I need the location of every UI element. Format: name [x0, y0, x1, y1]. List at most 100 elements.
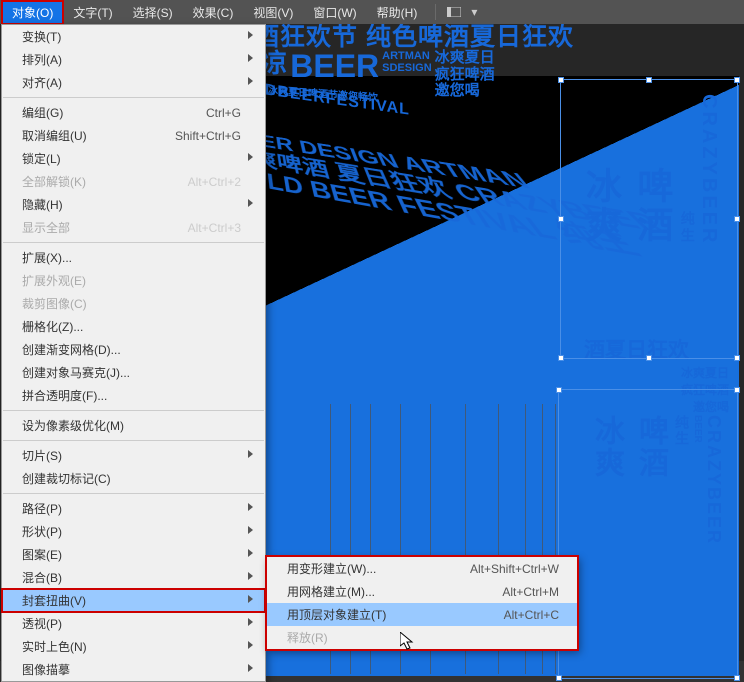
menu-effect[interactable]: 效果(C) — [183, 1, 244, 24]
menu-shortcut: Shift+Ctrl+G — [175, 129, 241, 143]
menu-item-label: 对齐(A) — [22, 74, 241, 91]
menu-item: 显示全部Alt+Ctrl+3 — [2, 216, 265, 239]
envelope-distort-submenu: 用变形建立(W)...Alt+Shift+Ctrl+W用网格建立(M)...Al… — [266, 556, 578, 650]
menu-item[interactable]: 实时上色(N) — [2, 635, 265, 658]
selection-bbox[interactable] — [560, 79, 738, 359]
menu-item-label: 实时上色(N) — [22, 638, 241, 655]
submenu-arrow-icon — [248, 199, 257, 207]
submenu-item-label: 用变形建立(W)... — [287, 560, 470, 577]
submenu-arrow-icon — [248, 549, 257, 557]
menu-item: 全部解锁(K)Alt+Ctrl+2 — [2, 170, 265, 193]
menu-separator — [3, 97, 264, 98]
submenu-arrow-icon — [248, 77, 257, 85]
menu-item-label: 创建对象马赛克(J)... — [22, 364, 241, 381]
menu-item[interactable]: 隐藏(H) — [2, 193, 265, 216]
menu-item[interactable]: 取消编组(U)Shift+Ctrl+G — [2, 124, 265, 147]
menu-item-label: 显示全部 — [22, 219, 188, 236]
menu-item[interactable]: 拼合透明度(F)... — [2, 384, 265, 407]
menu-item-label: 编组(G) — [22, 104, 206, 121]
submenu-item[interactable]: 用变形建立(W)...Alt+Shift+Ctrl+W — [267, 557, 577, 580]
menu-item-label: 取消编组(U) — [22, 127, 175, 144]
menu-shortcut: Alt+Ctrl+M — [502, 585, 559, 599]
menu-item-label: 透视(P) — [22, 615, 241, 632]
menu-item[interactable]: 混合(B) — [2, 566, 265, 589]
menu-item[interactable]: 图案(E) — [2, 543, 265, 566]
menu-shortcut: Alt+Ctrl+3 — [188, 221, 241, 235]
menu-item-label: 变换(T) — [22, 28, 241, 45]
menu-item[interactable]: 设为像素级优化(M) — [2, 414, 265, 437]
menu-item-label: 路径(P) — [22, 500, 241, 517]
menu-view[interactable]: 视图(V) — [243, 1, 303, 24]
menu-item[interactable]: 栅格化(Z)... — [2, 315, 265, 338]
submenu-arrow-icon — [248, 618, 257, 626]
submenu-arrow-icon — [248, 595, 257, 603]
menu-item-label: 创建裁切标记(C) — [22, 470, 241, 487]
menu-item[interactable]: 编组(G)Ctrl+G — [2, 101, 265, 124]
menu-item-label: 栅格化(Z)... — [22, 318, 241, 335]
menu-item-label: 形状(P) — [22, 523, 241, 540]
menu-shortcut: Alt+Shift+Ctrl+W — [470, 562, 559, 576]
menu-item-label: 拼合透明度(F)... — [22, 387, 241, 404]
submenu-arrow-icon — [248, 31, 257, 39]
menu-item[interactable]: 切片(S) — [2, 444, 265, 467]
menu-item-label: 全部解锁(K) — [22, 173, 188, 190]
submenu-item-label: 释放(R) — [287, 629, 559, 646]
menu-item[interactable]: 对齐(A) — [2, 71, 265, 94]
submenu-item[interactable]: 用顶层对象建立(T)Alt+Ctrl+C — [267, 603, 577, 626]
menu-separator — [3, 410, 264, 411]
menu-item[interactable]: 排列(A) — [2, 48, 265, 71]
menu-separator — [3, 242, 264, 243]
menu-object[interactable]: 对象(O) — [2, 1, 63, 24]
submenu-arrow-icon — [248, 526, 257, 534]
menu-help[interactable]: 帮助(H) — [367, 1, 428, 24]
menu-item-label: 扩展外观(E) — [22, 272, 241, 289]
menu-item-label: 排列(A) — [22, 51, 241, 68]
workspace-switcher-icon[interactable] — [444, 5, 464, 19]
menu-item[interactable]: 形状(P) — [2, 520, 265, 543]
menu-item-label: 锁定(L) — [22, 150, 241, 167]
menu-item[interactable]: 路径(P) — [2, 497, 265, 520]
menu-item[interactable]: 封套扭曲(V) — [2, 589, 265, 612]
menu-item: 扩展外观(E) — [2, 269, 265, 292]
submenu-item: 释放(R) — [267, 626, 577, 649]
menu-separator — [3, 440, 264, 441]
submenu-arrow-icon — [248, 54, 257, 62]
menu-item[interactable]: 图像描摹 — [2, 658, 265, 681]
submenu-item-label: 用顶层对象建立(T) — [287, 606, 504, 623]
submenu-arrow-icon — [248, 503, 257, 511]
menu-item-label: 隐藏(H) — [22, 196, 241, 213]
menu-item-label: 裁剪图像(C) — [22, 295, 241, 312]
menu-item[interactable]: 创建对象马赛克(J)... — [2, 361, 265, 384]
submenu-arrow-icon — [248, 153, 257, 161]
menu-shortcut: Ctrl+G — [206, 106, 241, 120]
submenu-arrow-icon — [248, 572, 257, 580]
menu-item[interactable]: 锁定(L) — [2, 147, 265, 170]
menu-item[interactable]: 创建渐变网格(D)... — [2, 338, 265, 361]
menu-item-label: 图案(E) — [22, 546, 241, 563]
menu-item: 裁剪图像(C) — [2, 292, 265, 315]
submenu-item[interactable]: 用网格建立(M)...Alt+Ctrl+M — [267, 580, 577, 603]
menu-type[interactable]: 文字(T) — [63, 1, 122, 24]
menu-item[interactable]: 扩展(X)... — [2, 246, 265, 269]
menu-item-label: 混合(B) — [22, 569, 241, 586]
submenu-arrow-icon — [248, 641, 257, 649]
menu-window[interactable]: 窗口(W) — [303, 1, 366, 24]
menu-item-label: 创建渐变网格(D)... — [22, 341, 241, 358]
menubar: 对象(O) 文字(T) 选择(S) 效果(C) 视图(V) 窗口(W) 帮助(H… — [0, 0, 744, 24]
menu-shortcut: Alt+Ctrl+C — [504, 608, 559, 622]
menu-item-label: 切片(S) — [22, 447, 241, 464]
menu-select[interactable]: 选择(S) — [123, 1, 183, 24]
menu-item[interactable]: 创建裁切标记(C) — [2, 467, 265, 490]
menu-separator — [3, 493, 264, 494]
menu-item-label: 封套扭曲(V) — [22, 592, 241, 609]
chevron-down-icon[interactable]: ▾ — [464, 5, 484, 19]
submenu-arrow-icon — [248, 450, 257, 458]
menu-item[interactable]: 变换(T) — [2, 25, 265, 48]
menubar-separator — [435, 4, 436, 20]
menu-item[interactable]: 透视(P) — [2, 612, 265, 635]
object-menu-dropdown: 变换(T)排列(A)对齐(A)编组(G)Ctrl+G取消编组(U)Shift+C… — [1, 24, 266, 682]
menu-item-label: 设为像素级优化(M) — [22, 417, 241, 434]
menu-item-label: 图像描摹 — [22, 661, 241, 678]
menu-shortcut: Alt+Ctrl+2 — [188, 175, 241, 189]
submenu-item-label: 用网格建立(M)... — [287, 583, 502, 600]
